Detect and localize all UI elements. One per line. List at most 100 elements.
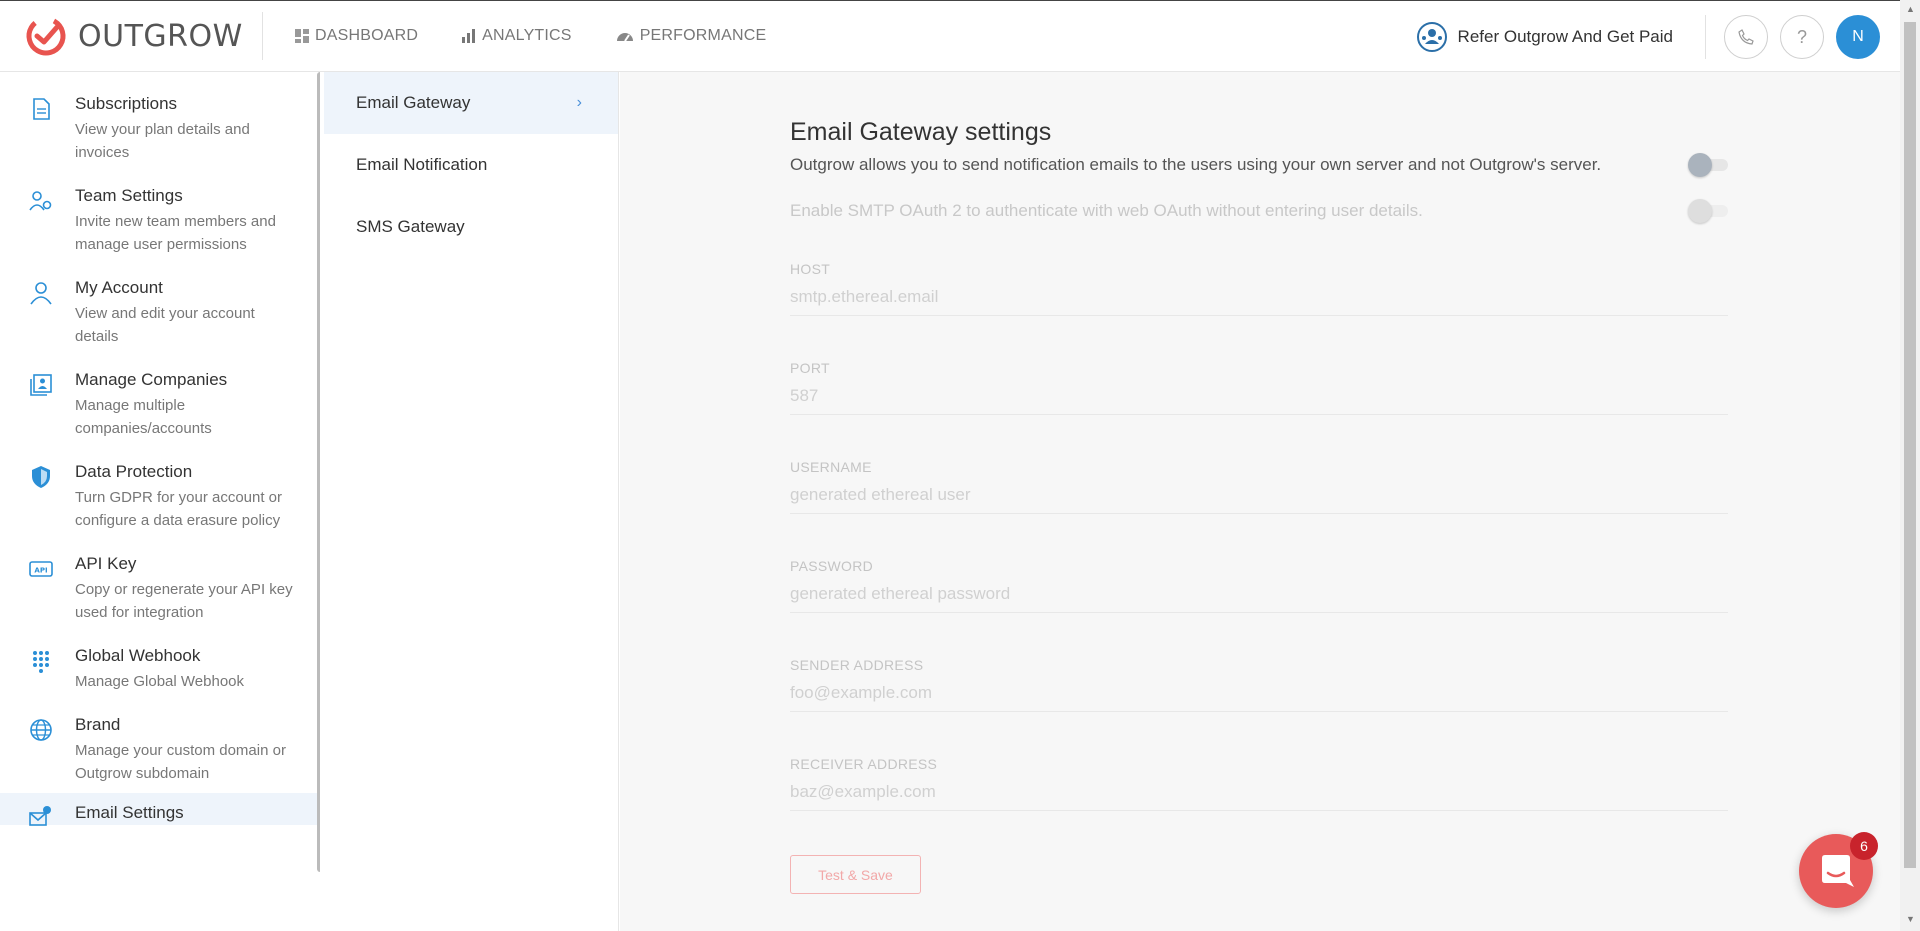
port-input[interactable] (790, 386, 1728, 406)
scroll-up-arrow-icon[interactable]: ▲ (1906, 4, 1915, 14)
sidebar-item-desc: Manage your custom domain or Outgrow sub… (75, 742, 286, 782)
host-input[interactable] (790, 287, 1728, 307)
sidebar-item-desc: Manage Global Webhook (75, 673, 244, 690)
password-input[interactable] (790, 584, 1728, 604)
page-title: Email Gateway settings (790, 118, 1052, 146)
sidebar-item-email-settings[interactable]: Email Settings (0, 793, 320, 826)
top-header: OUTGROW DASHBOARD ANALYTICS PERFORMANCE … (0, 0, 1900, 72)
sidebar-item-manage-companies[interactable]: Manage Companies Manage multiple compani… (0, 348, 320, 440)
oauth-toggle[interactable] (1688, 199, 1728, 223)
companies-icon (30, 374, 52, 396)
main-nav: DASHBOARD ANALYTICS PERFORMANCE (295, 27, 810, 45)
help-icon: ? (1796, 26, 1807, 47)
scroll-down-arrow-icon[interactable]: ▼ (1906, 914, 1915, 924)
outgrow-logo-icon (26, 16, 66, 56)
receiver-address-field: RECEIVER ADDRESS (790, 756, 1728, 811)
custom-server-toggle[interactable] (1688, 153, 1728, 177)
host-field: HOST (790, 261, 1728, 316)
team-settings-icon (29, 191, 52, 211)
help-button[interactable]: ? (1780, 15, 1824, 59)
phone-icon (1738, 29, 1754, 45)
bar-chart-icon (462, 29, 476, 43)
subnav-sms-gateway[interactable]: SMS Gateway (324, 196, 618, 258)
scrollbar-thumb[interactable] (1904, 22, 1916, 868)
chevron-right-icon: › (576, 94, 582, 111)
port-field: PORT (790, 360, 1728, 415)
receiver-address-label: RECEIVER ADDRESS (790, 756, 938, 772)
toggle-knob (1688, 153, 1712, 177)
shield-icon (32, 466, 50, 488)
speedometer-icon (616, 33, 633, 42)
svg-text:API: API (34, 567, 47, 575)
sender-address-label: SENDER ADDRESS (790, 657, 924, 673)
sidebar-item-title: Team Settings (75, 186, 183, 205)
sidebar-item-title: My Account (75, 278, 163, 297)
sidebar-item-brand[interactable]: Brand Manage your custom domain or Outgr… (0, 693, 320, 785)
receiver-address-input[interactable] (790, 782, 1728, 802)
dashboard-icon (295, 29, 309, 43)
email-settings-icon (29, 806, 51, 826)
nav-dashboard-label: DASHBOARD (315, 27, 419, 44)
sidebar-scrollbar[interactable] (317, 72, 320, 872)
refer-link[interactable]: Refer Outgrow And Get Paid (1416, 15, 1706, 59)
api-icon: API (29, 561, 53, 577)
subnav-email-gateway[interactable]: Email Gateway › (324, 72, 618, 134)
host-label: HOST (790, 261, 831, 277)
phone-button[interactable] (1724, 15, 1768, 59)
chat-notification-badge: 6 (1850, 832, 1878, 860)
avatar[interactable]: N (1836, 15, 1880, 59)
test-save-button[interactable]: Test & Save (790, 855, 921, 894)
settings-sidebar: Subscriptions View your plan details and… (0, 72, 320, 931)
sidebar-item-title: Global Webhook (75, 646, 201, 665)
sidebar-item-team-settings[interactable]: Team Settings Invite new team members an… (0, 164, 320, 256)
email-settings-subnav: Email Gateway › Email Notification SMS G… (324, 72, 619, 931)
subnav-label: SMS Gateway (356, 217, 465, 236)
main-content: Email Gateway settings Outgrow allows yo… (620, 72, 1900, 931)
password-field: PASSWORD (790, 558, 1728, 613)
brand-logo[interactable]: OUTGROW (0, 12, 263, 60)
toggle-knob (1688, 199, 1712, 223)
sidebar-item-title: Subscriptions (75, 94, 178, 113)
sidebar-item-desc: Copy or regenerate your API key used for… (75, 581, 293, 621)
username-label: USERNAME (790, 459, 872, 475)
user-icon (30, 282, 52, 305)
username-input[interactable] (790, 485, 1728, 505)
oauth-toggle-row: Enable SMTP OAuth 2 to authenticate with… (790, 199, 1728, 223)
chat-icon (1822, 855, 1854, 887)
sidebar-item-title: Data Protection (75, 462, 193, 481)
sidebar-item-global-webhook[interactable]: Global Webhook Manage Global Webhook (0, 624, 320, 693)
sidebar-item-title: API Key (75, 554, 137, 573)
refer-label: Refer Outgrow And Get Paid (1457, 27, 1673, 46)
refer-icon (1416, 22, 1447, 52)
sidebar-item-desc: Invite new team members and manage user … (75, 213, 276, 253)
page-scrollbar[interactable]: ▲ ▼ (1900, 0, 1920, 931)
custom-server-toggle-text: Outgrow allows you to send notification … (790, 155, 1602, 174)
sender-address-field: SENDER ADDRESS (790, 657, 1728, 712)
sidebar-item-desc: View and edit your account details (75, 305, 255, 345)
brand-name: OUTGROW (78, 18, 243, 54)
sidebar-item-subscriptions[interactable]: Subscriptions View your plan details and… (0, 72, 320, 164)
port-label: PORT (790, 360, 830, 376)
sender-address-input[interactable] (790, 683, 1728, 703)
nav-performance-label: PERFORMANCE (639, 27, 767, 44)
nav-performance[interactable]: PERFORMANCE (616, 27, 767, 45)
sidebar-item-title: Brand (75, 715, 121, 734)
sidebar-item-data-protection[interactable]: Data Protection Turn GDPR for your accou… (0, 440, 320, 532)
sidebar-item-my-account[interactable]: My Account View and edit your account de… (0, 256, 320, 348)
webhook-grid-icon (33, 651, 49, 673)
sidebar-item-desc: View your plan details and invoices (75, 121, 250, 161)
username-field: USERNAME (790, 459, 1728, 514)
email-gateway-form: Email Gateway settings Outgrow allows yo… (790, 118, 1728, 894)
custom-server-toggle-row: Outgrow allows you to send notification … (790, 153, 1728, 177)
nav-analytics[interactable]: ANALYTICS (462, 27, 572, 45)
sidebar-item-title: Manage Companies (75, 370, 228, 389)
nav-analytics-label: ANALYTICS (482, 27, 572, 44)
document-icon (33, 98, 50, 120)
avatar-initial: N (1852, 28, 1864, 45)
sidebar-item-desc: Turn GDPR for your account or configure … (75, 489, 283, 529)
sidebar-item-api-key[interactable]: API API Key Copy or regenerate your API … (0, 532, 320, 624)
globe-icon (30, 719, 52, 741)
sidebar-item-title: Email Settings (75, 803, 184, 822)
subnav-email-notification[interactable]: Email Notification (324, 134, 618, 196)
nav-dashboard[interactable]: DASHBOARD (295, 27, 418, 45)
